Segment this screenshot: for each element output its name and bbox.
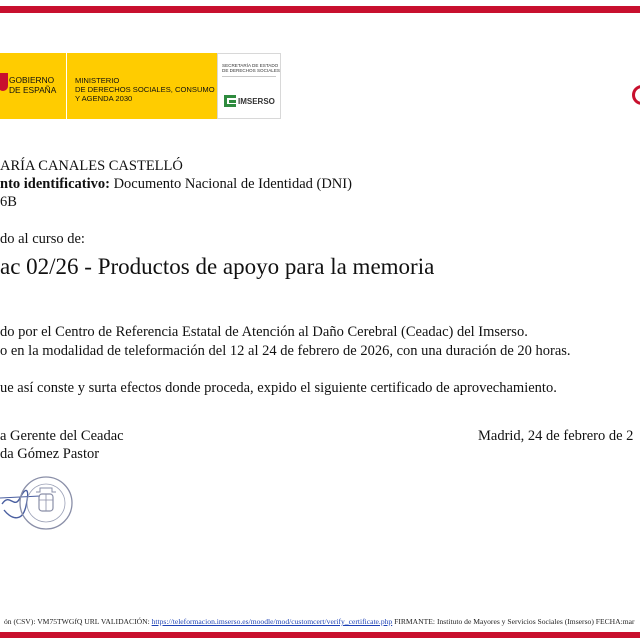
ministry-text: MINISTERIO DE DERECHOS SOCIALES, CONSUMO… <box>75 76 215 103</box>
url-label: URL VALIDACIÓN: <box>82 617 152 626</box>
document-type: Documento Nacional de Identidad (DNI) <box>109 176 352 192</box>
header-logos: GOBIERNO DE ESPAÑA MINISTERIO DE DERECHO… <box>0 53 281 119</box>
spain-shield-icon <box>0 73 8 91</box>
signer-role: a Gerente del Ceadac <box>0 428 124 444</box>
firmante-text: FIRMANTE: Instituto de Mayores y Servici… <box>392 617 635 626</box>
logo-divider <box>222 76 276 77</box>
signature-and-seal <box>0 476 73 530</box>
imserso-logo-icon <box>224 95 236 107</box>
bottom-red-band <box>0 632 640 638</box>
imserso-brand: IMSERSO <box>224 95 275 107</box>
body-line-certification: ue así conste y surta efectos donde proc… <box>0 380 557 396</box>
body-line-organizer: do por el Centro de Referencia Estatal d… <box>0 324 528 340</box>
ministry-logo: MINISTERIO DE DERECHOS SOCIALES, CONSUMO… <box>67 53 217 119</box>
secretaria-imserso-logo: SECRETARÍA DE ESTADO DE DERECHOS SOCIALE… <box>217 53 281 119</box>
gobierno-text: GOBIERNO DE ESPAÑA <box>9 75 57 95</box>
course-intro: do al curso de: <box>0 231 85 247</box>
top-red-band <box>0 6 640 13</box>
validation-url-link[interactable]: https://teleformacion.imserso.es/moodle/… <box>152 617 393 626</box>
csv-label: ón (CSV): <box>4 617 38 626</box>
gobierno-logo: GOBIERNO DE ESPAÑA <box>0 53 66 119</box>
course-title: ac 02/26 - Productos de apoyo para la me… <box>0 254 435 279</box>
document-number: 6B <box>0 194 17 210</box>
imserso-wordmark: IMSERSO <box>238 96 275 106</box>
validation-footer: ón (CSV): VM75TWGfQ URL VALIDACIÓN: http… <box>4 617 635 626</box>
secretaria-text: SECRETARÍA DE ESTADO DE DERECHOS SOCIALE… <box>222 63 280 74</box>
document-line: nto identificativo: Documento Nacional d… <box>0 176 352 193</box>
signer-name: da Gómez Pastor <box>0 446 100 462</box>
document-label: nto identificativo: <box>0 176 110 192</box>
recipient-name: ARÍA CANALES CASTELLÓ <box>0 158 183 174</box>
place-and-date: Madrid, 24 de febrero de 2 <box>478 428 634 444</box>
csv-code: VM75TWGfQ <box>37 617 83 626</box>
red-circle-emblem <box>632 85 640 105</box>
body-line-modality: o en la modalidad de teleformación del 1… <box>0 343 571 359</box>
